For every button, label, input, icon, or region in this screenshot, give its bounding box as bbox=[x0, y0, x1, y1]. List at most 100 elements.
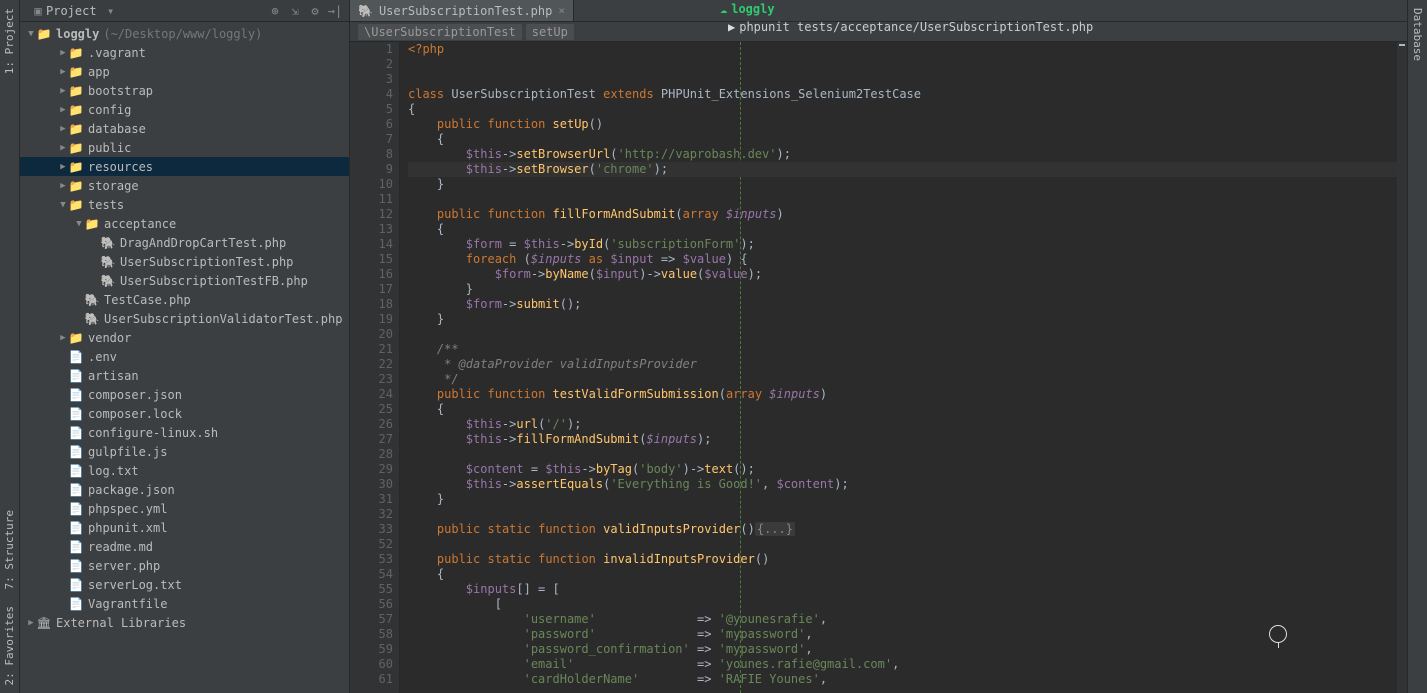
close-icon[interactable]: × bbox=[558, 4, 565, 17]
project-tree[interactable]: ▼ 📁 loggly (~/Desktop/www/loggly) ▶📁.vag… bbox=[20, 22, 349, 693]
target-icon[interactable]: ⊕ bbox=[267, 3, 283, 19]
tree-item-label: configure-linux.sh bbox=[88, 426, 218, 440]
folder-icon: 📁 bbox=[68, 198, 84, 212]
tree-item-label: config bbox=[88, 103, 131, 117]
tree-arrow-icon[interactable]: ▶ bbox=[58, 105, 68, 115]
tree-item[interactable]: 📄 phpunit.xml bbox=[20, 518, 349, 537]
tree-item[interactable]: ▶📁vendor bbox=[20, 328, 349, 347]
tree-item[interactable]: 📄phpspec.yml bbox=[20, 499, 349, 518]
gutter-line: 22 bbox=[350, 357, 393, 372]
gutter-line: 5 bbox=[350, 102, 393, 117]
tab-file[interactable]: 🐘 UserSubscriptionTest.php × bbox=[350, 0, 574, 21]
tree-arrow-icon[interactable]: ▼ bbox=[58, 200, 68, 210]
tree-item[interactable]: ▶📁app bbox=[20, 62, 349, 81]
breadcrumb: \UserSubscriptionTest setUp bbox=[350, 22, 1407, 42]
tree-item[interactable]: 🐘UserSubscriptionTestFB.php bbox=[20, 271, 349, 290]
collapse-icon[interactable]: ⇲ bbox=[287, 3, 303, 19]
tree-arrow-icon[interactable]: ▶ bbox=[58, 143, 68, 153]
tree-arrow-icon[interactable]: ▼ bbox=[74, 219, 84, 229]
tree-item[interactable]: 📄package.json bbox=[20, 480, 349, 499]
tree-item[interactable]: 📄gulpfile.js bbox=[20, 442, 349, 461]
gutter-line: 59 bbox=[350, 642, 393, 657]
tree-item-label: bootstrap bbox=[88, 84, 153, 98]
tree-item[interactable]: ▶📁resources bbox=[20, 157, 349, 176]
gutter-line: 4 bbox=[350, 87, 393, 102]
tree-item-label: log.txt bbox=[88, 464, 139, 478]
tree-arrow-icon[interactable]: ▶ bbox=[58, 181, 68, 191]
tree-item[interactable]: ▶📁public bbox=[20, 138, 349, 157]
tree-item[interactable]: ▶📁config bbox=[20, 100, 349, 119]
tree-external-libs[interactable]: ▶ 🏛 External Libraries bbox=[20, 613, 349, 632]
tree-item-label: .vagrant bbox=[88, 46, 146, 60]
tree-item[interactable]: 📄composer.json bbox=[20, 385, 349, 404]
file-icon: 📄 bbox=[68, 388, 84, 402]
file-icon: 📄 bbox=[68, 540, 84, 554]
right-rail-database[interactable]: Database bbox=[1409, 0, 1426, 69]
tree-item[interactable]: 🐘UserSubscriptionValidatorTest.php bbox=[20, 309, 349, 328]
tree-arrow-icon[interactable]: ▶ bbox=[58, 162, 68, 172]
tree-item[interactable]: 📄Vagrantfile bbox=[20, 594, 349, 613]
file-icon: 📄 bbox=[68, 464, 84, 478]
folder-icon: 📁 bbox=[68, 122, 84, 136]
tree-item-label: gulpfile.js bbox=[88, 445, 167, 459]
tree-item-label: acceptance bbox=[104, 217, 176, 231]
breadcrumb-method[interactable]: setUp bbox=[526, 24, 574, 40]
folder-icon: 📁 bbox=[36, 27, 52, 41]
gear-icon[interactable]: ⚙ bbox=[307, 3, 323, 19]
tree-arrow-icon[interactable]: ▶ bbox=[58, 67, 68, 77]
dropdown-icon[interactable]: ▾ bbox=[103, 3, 119, 19]
tree-item[interactable]: 📄 configure-linux.sh bbox=[20, 423, 349, 442]
hide-icon[interactable]: →| bbox=[327, 3, 343, 19]
tree-item[interactable]: 📄serverLog.txt bbox=[20, 575, 349, 594]
file-icon: 📄 bbox=[68, 350, 84, 364]
gutter-line: 14 bbox=[350, 237, 393, 252]
left-rail-favorites[interactable]: 2: Favorites bbox=[1, 598, 18, 693]
tree-arrow-icon[interactable]: ▶ bbox=[58, 86, 68, 96]
tree-item[interactable]: ▼📁tests bbox=[20, 195, 349, 214]
gutter-line: 24 bbox=[350, 387, 393, 402]
tree-arrow-icon[interactable]: ▶ bbox=[58, 124, 68, 134]
project-path: (~/Desktop/www/loggly) bbox=[103, 27, 262, 41]
tree-item[interactable]: 🐘UserSubscriptionTest.php bbox=[20, 252, 349, 271]
tree-item[interactable]: ▼📁acceptance bbox=[20, 214, 349, 233]
tree-item-label: database bbox=[88, 122, 146, 136]
tree-item[interactable]: ▶📁bootstrap bbox=[20, 81, 349, 100]
file-icon: 🐘 bbox=[84, 312, 100, 326]
file-icon: 📄 bbox=[68, 426, 84, 440]
tree-arrow-icon[interactable]: ▶ bbox=[58, 333, 68, 343]
tree-item[interactable]: 📄composer.lock bbox=[20, 404, 349, 423]
tree-root[interactable]: ▼ 📁 loggly (~/Desktop/www/loggly) bbox=[20, 24, 349, 43]
tree-item[interactable]: ▶📁 database bbox=[20, 119, 349, 138]
editor[interactable]: 1234567891011121314151617181920212223242… bbox=[350, 42, 1407, 693]
folder-icon: ▣ bbox=[30, 3, 46, 19]
gutter-line: 1 bbox=[350, 42, 393, 57]
right-tool-rail: Database bbox=[1407, 0, 1427, 693]
tree-item-label: phpspec.yml bbox=[88, 502, 167, 516]
gutter-line: 32 bbox=[350, 507, 393, 522]
tree-item[interactable]: 📄readme.md bbox=[20, 537, 349, 556]
tree-item[interactable]: 📄.env bbox=[20, 347, 349, 366]
file-icon: 📄 bbox=[68, 521, 84, 535]
tree-item[interactable]: 📄artisan bbox=[20, 366, 349, 385]
code[interactable]: <?php class UserSubscriptionTest extends… bbox=[400, 42, 1407, 693]
tree-item-label: phpunit.xml bbox=[88, 521, 167, 535]
tree-item[interactable]: 📄 log.txt bbox=[20, 461, 349, 480]
left-rail-project[interactable]: 1: Project bbox=[1, 0, 18, 82]
gutter-line: 18 bbox=[350, 297, 393, 312]
tree-item[interactable]: 📄server.php bbox=[20, 556, 349, 575]
gutter-line: 6 bbox=[350, 117, 393, 132]
tree-item-label: storage bbox=[88, 179, 139, 193]
breadcrumb-class[interactable]: \UserSubscriptionTest bbox=[358, 24, 522, 40]
minimap[interactable] bbox=[1397, 42, 1407, 693]
gutter-line: 16 bbox=[350, 267, 393, 282]
tree-item[interactable]: 🐘TestCase.php bbox=[20, 290, 349, 309]
tree-item[interactable]: ▶📁.vagrant bbox=[20, 43, 349, 62]
left-rail-structure[interactable]: 7: Structure bbox=[1, 502, 18, 597]
tree-arrow-icon[interactable]: ▶ bbox=[58, 48, 68, 58]
tree-item[interactable]: ▶📁storage bbox=[20, 176, 349, 195]
gutter-line: 8 bbox=[350, 147, 393, 162]
gutter-line: 33 bbox=[350, 522, 393, 537]
gutter-line: 10 bbox=[350, 177, 393, 192]
gutter-line: 61 bbox=[350, 672, 393, 687]
tree-item[interactable]: 🐘DragAndDropCartTest.php bbox=[20, 233, 349, 252]
